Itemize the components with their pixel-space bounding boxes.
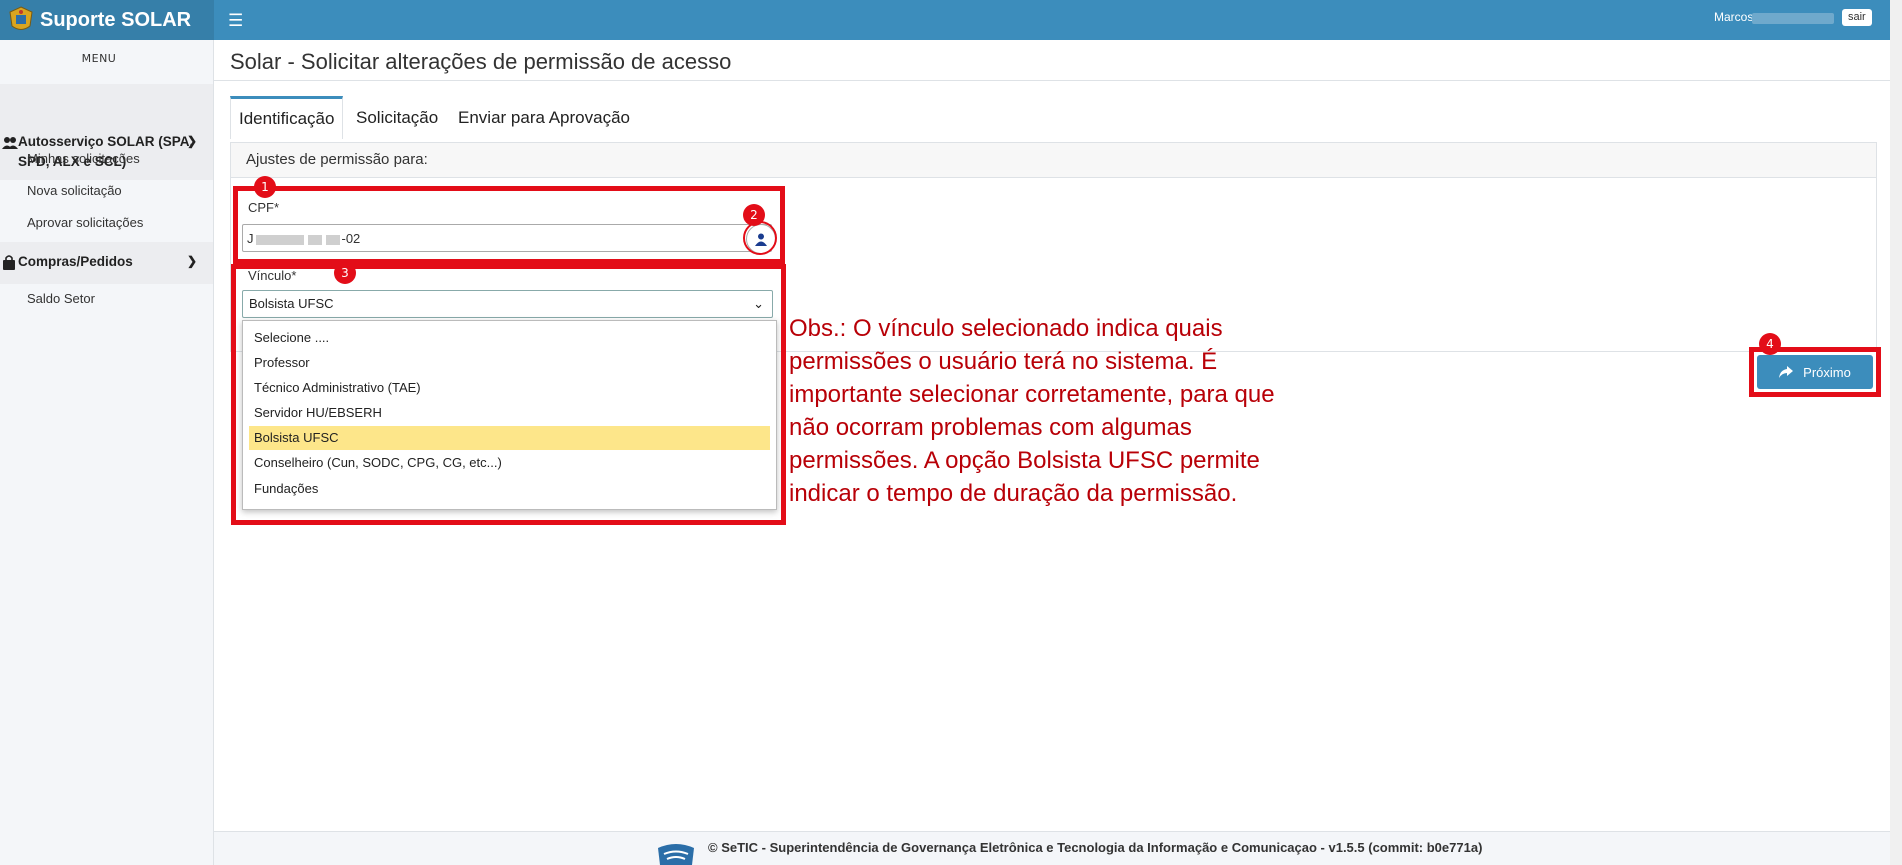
annotation-badge-1: 1 [254,176,276,198]
annotation-box-vinculo [231,264,786,525]
annotation-note: Obs.: O vínculo selecionado indica quais… [789,315,1275,507]
sidebar-group-compras[interactable]: Compras/Pedidos ❯ [0,242,213,284]
divider [214,80,1890,81]
user-name-redacted [1752,13,1834,24]
hamburger-menu-icon[interactable]: ☰ [228,11,243,31]
chevron-down-icon: ❯ [186,254,197,268]
annotation-badge-4: 4 [1759,333,1781,355]
annotation-badge-2: 2 [743,204,765,226]
annotation-box-cpf [233,186,785,264]
brasao-logo-icon [9,6,33,30]
menu-label: MENU [81,52,117,65]
user-name: Marcos [1714,10,1754,24]
shopping-bag-icon [3,255,15,270]
users-icon [2,137,18,149]
sidebar-item-minhas-solicitacoes[interactable]: Minhas solicitações [27,151,140,166]
sidebar-item-saldo-setor[interactable]: Saldo Setor [27,291,95,306]
panel-header: Ajustes de permissão para: [231,143,1876,178]
top-navbar: Suporte SOLAR ☰ Marcos sair [0,0,1890,40]
setic-logo-icon [658,844,694,865]
sidebar-item-nova-solicitacao[interactable]: Nova solicitação [27,183,122,198]
tab-identificacao[interactable]: Identificação [230,96,344,139]
sidebar-group-label: Compras/Pedidos [18,254,133,269]
sidebar-item-aprovar-solicitacoes[interactable]: Aprovar solicitações [27,215,143,230]
app-title: Suporte SOLAR [40,8,192,31]
page-title: Solar - Solicitar alterações de permissã… [230,49,732,74]
sidebar: MENU Autosserviço SOLAR (SPA, SPD, ALX e… [0,40,214,865]
vertical-scrollbar[interactable] [1890,0,1902,865]
sidebar-group-label: Autosserviço SOLAR (SPA, [18,134,194,149]
footer-text: © SeTIC - Superintendência de Governança… [708,840,1483,855]
chevron-down-icon: ❯ [186,134,197,148]
tab-enviar-aprovacao[interactable]: Enviar para Aprovação [458,98,630,138]
tab-solicitacao[interactable]: Solicitação [356,98,438,138]
brand[interactable]: Suporte SOLAR [0,0,214,40]
annotation-badge-3: 3 [334,262,356,284]
annotation-circle [743,221,777,255]
logout-button[interactable]: sair [1842,9,1872,26]
